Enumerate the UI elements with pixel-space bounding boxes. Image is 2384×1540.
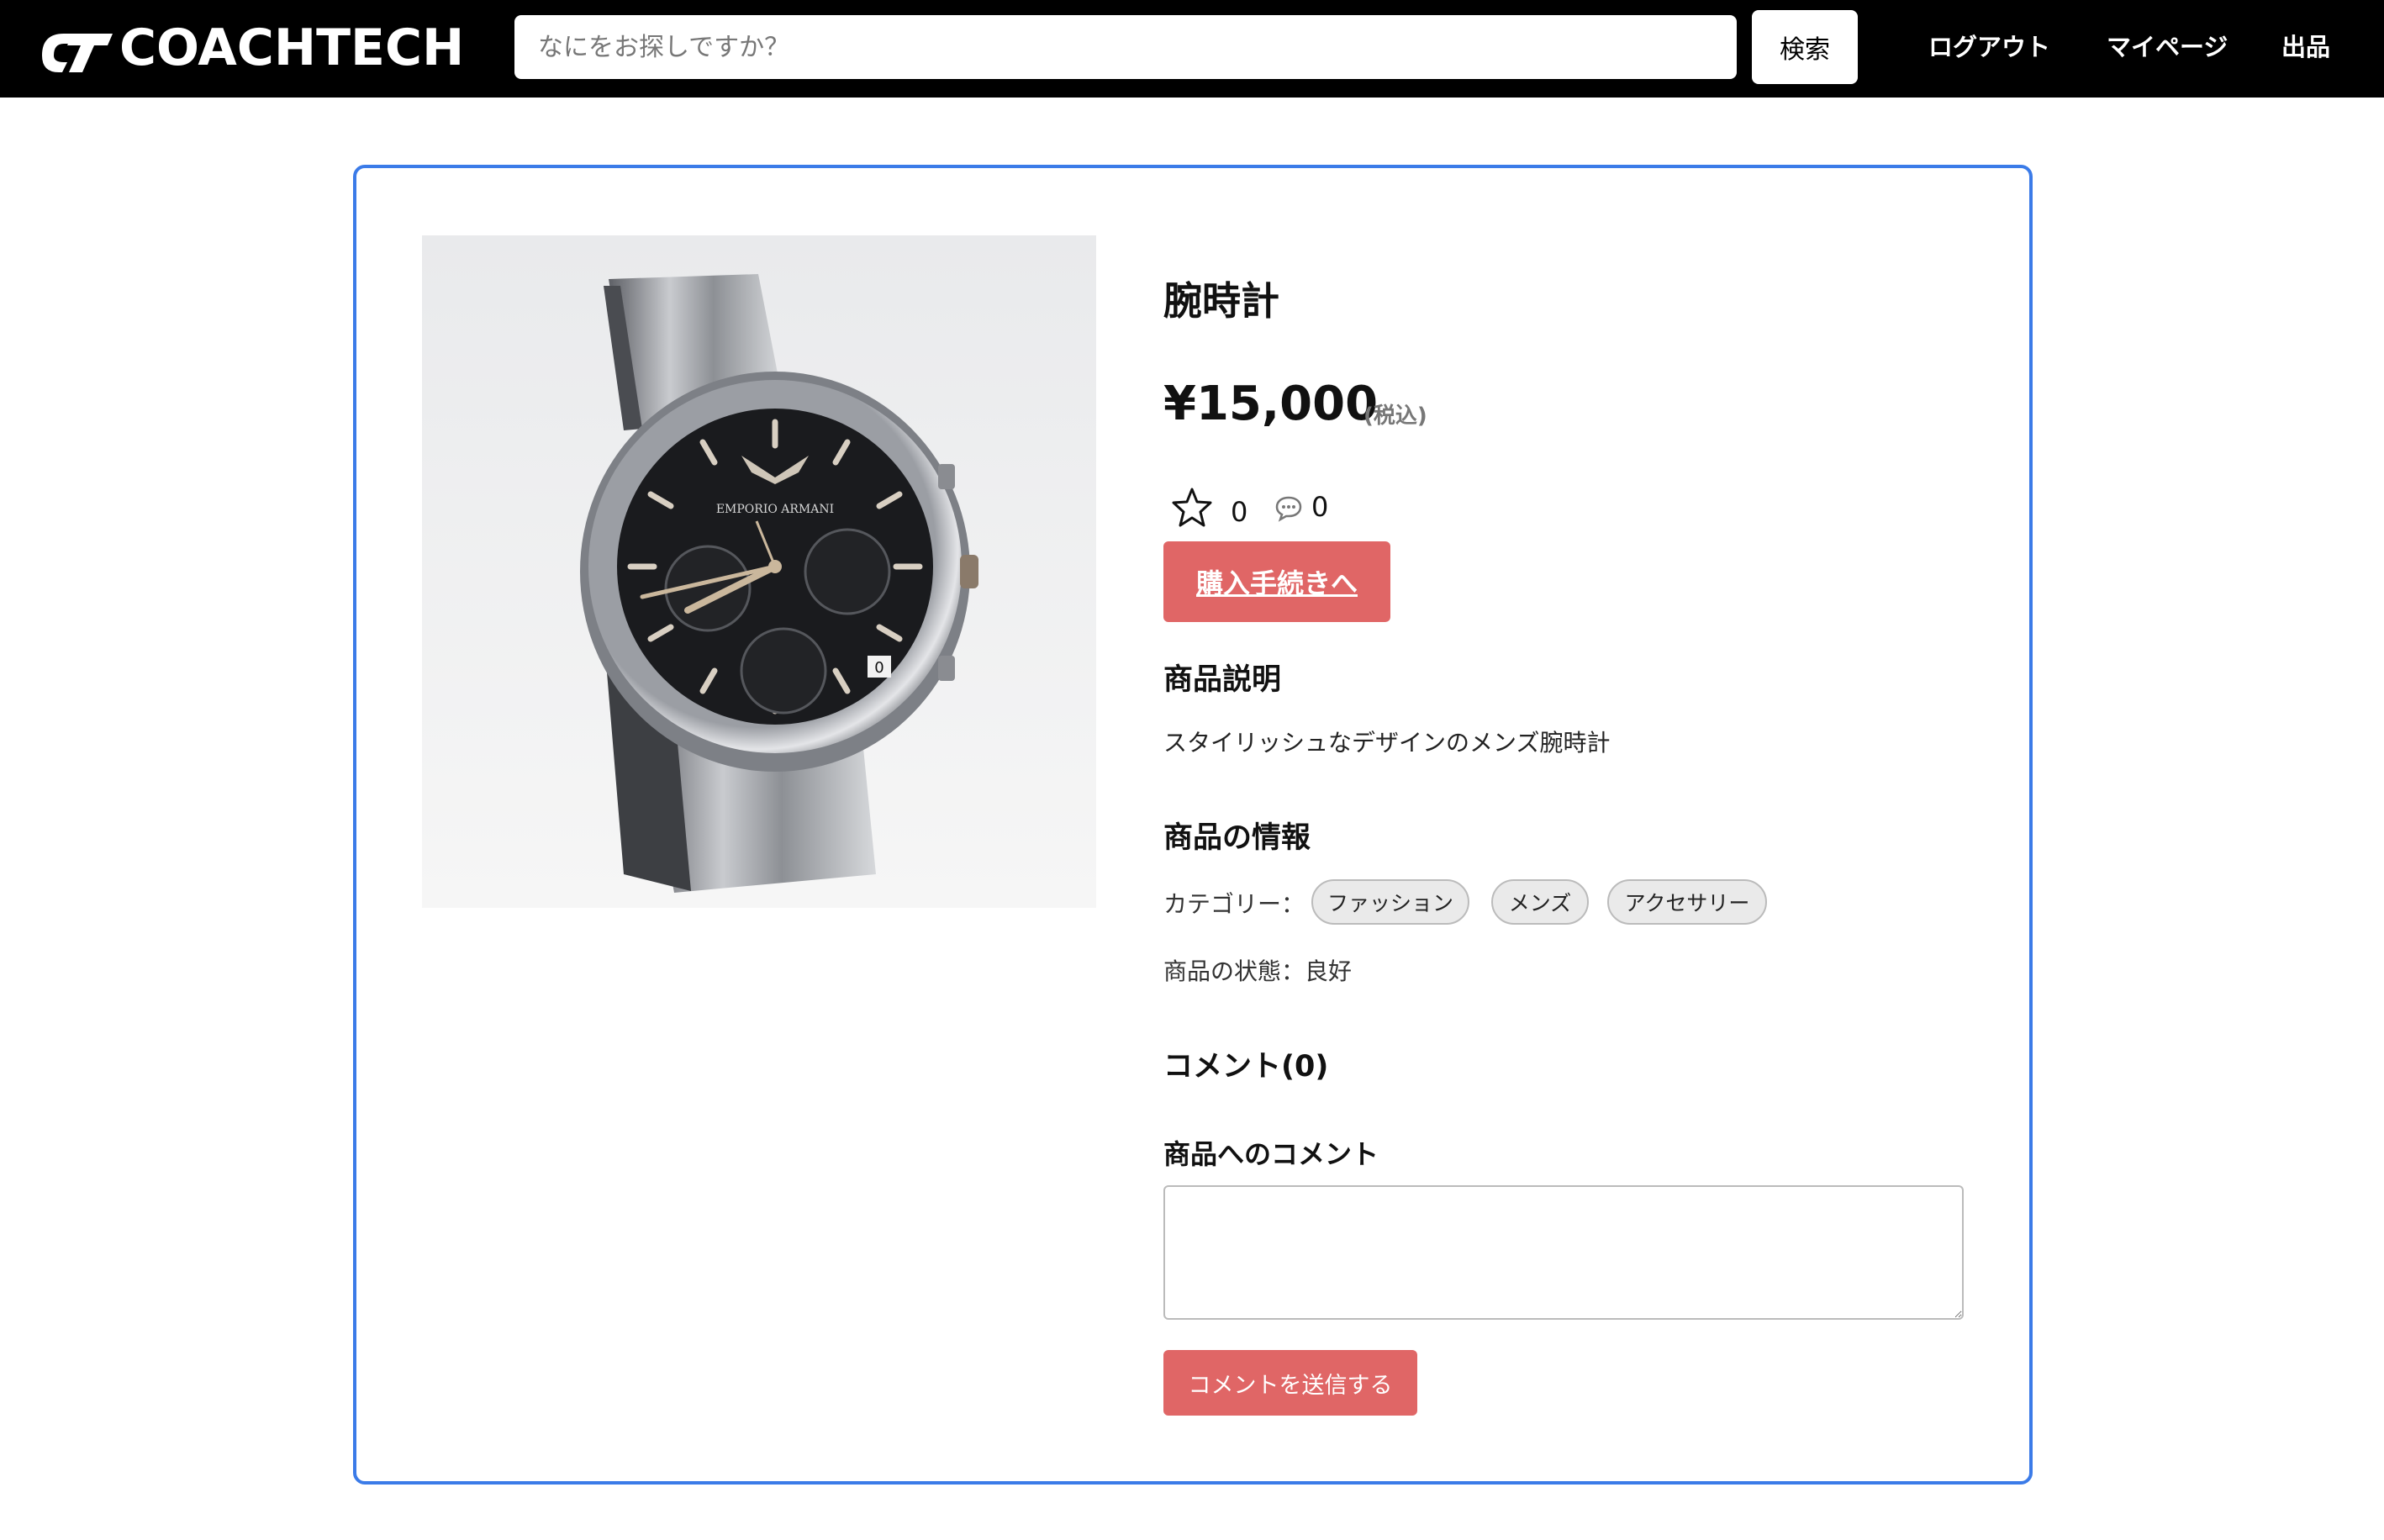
logo-text: COACHTECH <box>119 18 465 77</box>
product-title: 腕時計 <box>1163 278 1279 324</box>
product-description: スタイリッシュなデザインのメンズ腕時計 <box>1163 729 1611 757</box>
comment-count: 0 <box>1311 491 1329 523</box>
svg-text:0: 0 <box>874 659 883 677</box>
logout-link[interactable]: ログアウト <box>1928 29 2050 66</box>
comment-textarea[interactable] <box>1163 1185 1964 1320</box>
star-icon[interactable] <box>1170 486 1214 530</box>
tax-note: (税込) <box>1363 403 1427 429</box>
like-count: 0 <box>1231 496 1248 528</box>
product-condition: 商品の状態：良好 <box>1163 957 1353 985</box>
submit-comment-button[interactable]: コメントを送信する <box>1163 1350 1417 1416</box>
comment-bubble-icon <box>1275 496 1302 522</box>
product-price: ¥15,000 <box>1163 377 1379 431</box>
product-info-heading: 商品の情報 <box>1163 821 1311 855</box>
top-header: COACHTECH 検索 ログアウト マイページ 出品 <box>0 0 2384 98</box>
search-button[interactable]: 検索 <box>1752 10 1858 84</box>
mypage-link[interactable]: マイページ <box>2107 29 2228 66</box>
comments-heading: コメント(0) <box>1163 1050 1329 1084</box>
svg-text:EMPORIO ARMANI: EMPORIO ARMANI <box>716 503 834 516</box>
category-chip[interactable]: メンズ <box>1491 879 1589 925</box>
ct-logo-icon <box>42 34 113 72</box>
category-chip[interactable]: ファッション <box>1311 879 1469 925</box>
product-image: EMPORIO ARMANI 0 <box>422 235 1096 908</box>
sell-link[interactable]: 出品 <box>2281 29 2330 66</box>
category-label: カテゴリー： <box>1163 890 1305 918</box>
purchase-button[interactable]: 購入手続きへ <box>1163 541 1390 622</box>
search-input[interactable] <box>514 15 1737 79</box>
comment-form-label: 商品へのコメント <box>1163 1138 1379 1170</box>
coachtech-logo[interactable]: COACHTECH <box>39 22 464 74</box>
description-heading: 商品説明 <box>1163 663 1282 697</box>
category-chip[interactable]: アクセサリー <box>1607 879 1767 925</box>
